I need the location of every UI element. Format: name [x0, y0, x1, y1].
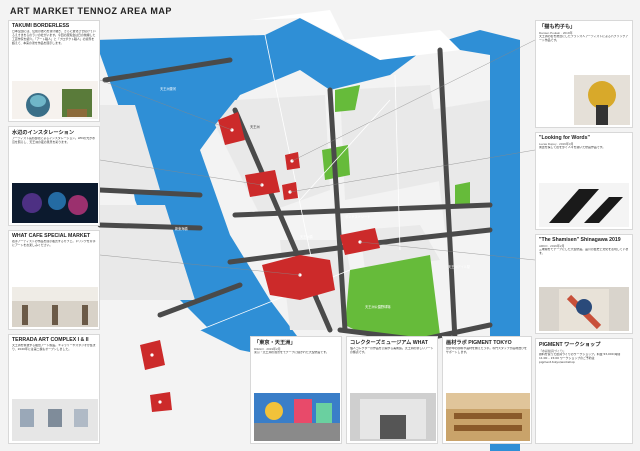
card-what-cafe[interactable]: WHAT CAFE SPECIAL MARKET 若手アーティストの作品を展示販… [8, 230, 100, 330]
card-body: 天王洲を象徴する複合アート施設。ギャラリーやスタジオが集まり、2020年には第二… [12, 344, 96, 351]
card-collectors-museum-what[interactable]: コレクターズミュージアム WHAT 個人コレクターの作品を公開する美術館。天王洲… [346, 336, 438, 444]
card-title: "The Shamisen" Shinagawa 2019 [539, 237, 621, 243]
card-title: コレクターズミュージアム WHAT [350, 340, 428, 346]
park-label: 天王洲公園野球場 [365, 304, 391, 309]
card-photo [254, 393, 340, 441]
card-body: 天王洲の街を舞台にしたフランス人アーティストによるパブリックアート作品です。 [539, 35, 629, 42]
card-pigment-workshop[interactable]: PIGMENT ワークショップ 「水彩絵具づくり」 顔料を使った絵具づくりのワー… [535, 338, 633, 444]
card-photo [12, 81, 98, 119]
card-photo [12, 287, 98, 327]
station-label: 天王洲アイル駅 [448, 264, 471, 269]
card-body: 顔料を使った絵具づくりのワークショップ。料金 ¥3,000 時間 11:00 –… [539, 353, 621, 364]
canal-label: 天王洲運河 [160, 86, 177, 91]
card-body: 個人コレクターの作品を公開する美術館。天王洲の新しいアートの拠点です。 [350, 347, 434, 354]
card-photo [574, 75, 630, 125]
card-body: 三味線をモチーフにした大型壁画。品川の歴史と文化を表現しています。 [539, 248, 629, 255]
card-neko-mo-shakushi-mo[interactable]: 「猫も杓子も」 Damien Poulain · 2019年 天王洲の街を舞台に… [535, 20, 633, 128]
card-takumi-borderless[interactable]: TAKUMI BORDERLESS 日本全国には、伝統の技巧を受け継ぎ、さらに進… [8, 20, 100, 122]
card-looking-for-words[interactable]: "Looking for Words" Lucas Dupuy · 2019年3… [535, 132, 633, 230]
card-title: PIGMENT ワークショップ [539, 342, 601, 348]
card-body: 言葉を探して街を歩く人々を描いた壁画作品です。 [539, 146, 606, 149]
card-photo [12, 183, 98, 223]
card-tokyo-tennoz[interactable]: 「東京・天王洲」 DIEGO · 2019年2月 東京・天王洲の風景をモチーフに… [250, 336, 342, 444]
street-label: ボンドストリート [345, 214, 371, 219]
card-title: "Looking for Words" [539, 135, 590, 141]
card-title: 水辺のインスタレーション [12, 130, 75, 136]
card-body: 東京・天王洲の風景をモチーフに描かれた大型壁画です。 [254, 351, 329, 354]
card-title: TERRADA ART COMPLEX I & II [12, 337, 89, 343]
card-body: 若手アーティストの作品を展示販売するカフェ。ドリンクを片手にアートをお楽しみくだ… [12, 240, 96, 247]
card-photo [446, 393, 530, 441]
page-title: ART MARKET TENNOZ AREA MAP [10, 6, 172, 16]
card-terrada-art-complex[interactable]: TERRADA ART COMPLEX I & II 天王洲を象徴する複合アート… [8, 334, 100, 444]
card-photo [539, 183, 629, 227]
island-label: 天王洲 [250, 125, 260, 129]
card-body: 世界中の顔料や画材を揃えたラボ。専門スタッフが画材選びをサポートします。 [446, 347, 527, 354]
card-pigment-tokyo[interactable]: 画材ラボ PIGMENT TOKYO 世界中の顔料や画材を揃えたラボ。専門スタッ… [442, 336, 532, 444]
bridge-label-1: 天王洲橋 [300, 234, 314, 239]
card-title: 画材ラボ PIGMENT TOKYO [446, 340, 512, 346]
card-photo [12, 399, 98, 441]
card-title: 「東京・天王洲」 [254, 340, 296, 346]
card-photo [539, 287, 629, 331]
bridge-label-2: 新東海橋 [175, 226, 189, 231]
card-body: アーティスト長谷部太によるインスタレーション。LEDの光が水辺を照らし、天王洲の… [12, 137, 95, 144]
card-photo [350, 393, 436, 441]
card-body: 日本全国には、伝統の技巧を受け継ぎ、さらに進化させ続けているえきまをるのラジの社… [12, 30, 96, 45]
card-title: 「猫も杓子も」 [539, 24, 576, 30]
card-waterside-installation[interactable]: 水辺のインスタレーション アーティスト長谷部太によるインスタレーション。LEDの… [8, 126, 100, 226]
card-the-shamisen[interactable]: "The Shamisen" Shinagawa 2019 ARKO · 201… [535, 234, 633, 334]
card-title: TAKUMI BORDERLESS [12, 23, 70, 29]
card-title: WHAT CAFE SPECIAL MARKET [12, 233, 91, 239]
